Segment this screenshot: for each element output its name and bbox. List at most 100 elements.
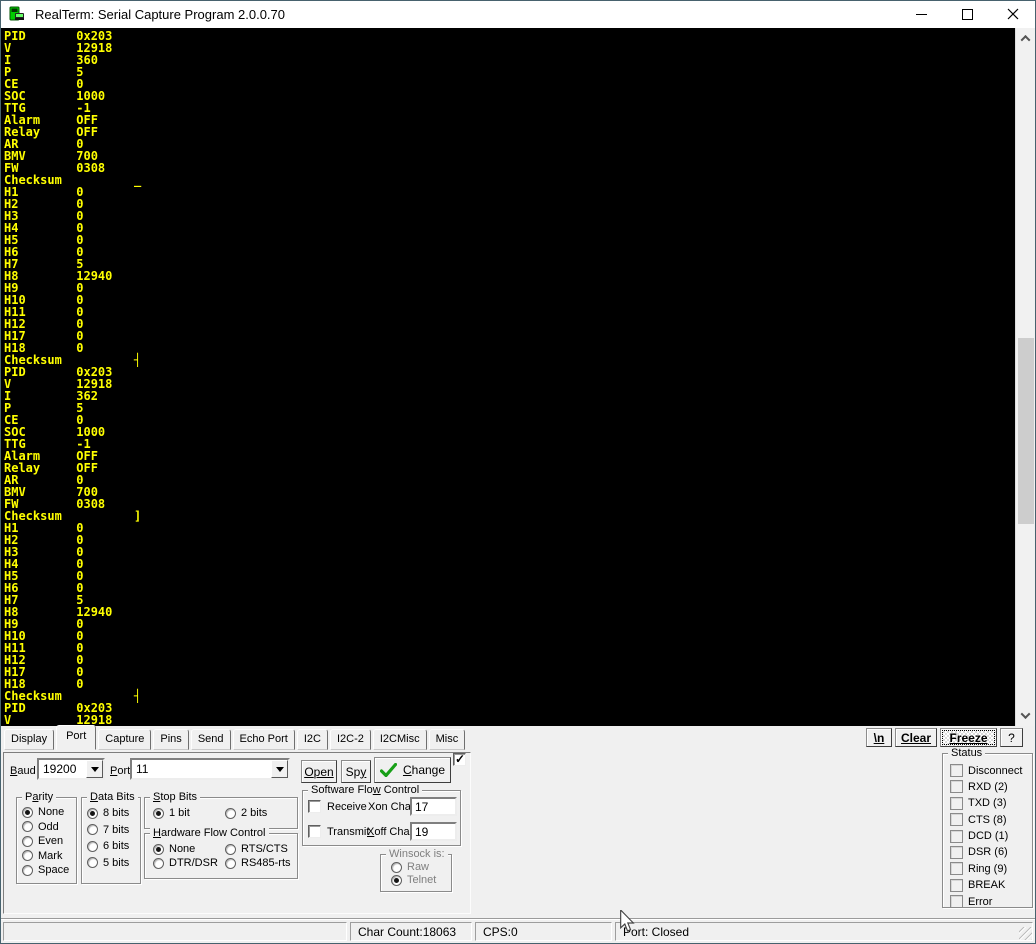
- radio-none-indicator: [22, 806, 33, 818]
- receive-checkbox[interactable]: [308, 800, 321, 813]
- radio-even-label: Even: [38, 835, 64, 847]
- parity-group-title: Parity: [22, 791, 57, 803]
- status-item-break: BREAK: [950, 878, 1032, 892]
- window-titlebar: RealTerm: Serial Capture Program 2.0.0.7…: [0, 0, 1036, 28]
- open-button[interactable]: Open: [301, 760, 337, 783]
- radio-none-label: None: [38, 806, 65, 818]
- status-label-dcd-1: DCD (1): [968, 830, 1009, 843]
- chevron-down-icon: [1020, 709, 1031, 720]
- close-button[interactable]: [990, 0, 1036, 28]
- baud-combobox[interactable]: 19200: [37, 758, 105, 780]
- parity-group: Parity None Odd Even Mark Space: [16, 791, 77, 884]
- terminal-app-icon: [9, 6, 24, 21]
- radio-none-indicator: [153, 843, 164, 855]
- terminal-display[interactable]: PID 0x203 V 12918 I 360 P 5 CE 0 SOC 100…: [1, 28, 1035, 726]
- radio-5-bits-indicator: [87, 857, 98, 868]
- tab-echo-port[interactable]: Echo Port: [232, 729, 295, 750]
- radio-telnet-indicator: [391, 874, 402, 886]
- radio-6-bits[interactable]: 6 bits: [87, 840, 140, 852]
- resize-grip[interactable]: [1019, 927, 1032, 940]
- radio-dtr-dsr-indicator: [153, 857, 164, 869]
- led-txd-3: [950, 796, 963, 810]
- stop-bits-group: Stop Bits 1 bit 2 bits: [144, 791, 298, 829]
- spy-button[interactable]: Sp y: [341, 760, 371, 783]
- tab-pins[interactable]: Pins: [153, 729, 189, 750]
- statusbar-section-empty: [3, 922, 347, 941]
- scroll-up-button[interactable]: [1016, 30, 1035, 47]
- led-ring-9: [950, 862, 963, 876]
- port-dropdown-button[interactable]: [271, 760, 288, 778]
- tab-i2c-2[interactable]: I2C-2: [329, 729, 371, 750]
- cps-text: CPS:0: [475, 922, 612, 941]
- radio-5-bits[interactable]: 5 bits: [87, 857, 140, 869]
- status-label-disconnect: Disconnect: [968, 764, 1023, 777]
- tab-capture[interactable]: Capture: [98, 729, 152, 750]
- status-item-dsr-6: DSR (6): [950, 845, 1032, 859]
- radio-even[interactable]: Even: [22, 835, 76, 847]
- minimize-button[interactable]: [898, 0, 944, 28]
- baud-value: 19200: [43, 762, 77, 776]
- radio-space[interactable]: Space: [22, 864, 76, 876]
- tab-i2c[interactable]: I2C: [296, 729, 328, 750]
- status-item-ring-9: Ring (9): [950, 862, 1032, 876]
- radio-rs485-rts[interactable]: RS485-rts: [225, 857, 297, 869]
- tab-misc[interactable]: Misc: [428, 729, 466, 750]
- freeze-button[interactable]: Freeze: [940, 728, 997, 747]
- chevron-down-icon: [275, 766, 284, 772]
- port-combobox[interactable]: 11: [130, 758, 290, 780]
- scrollbar-thumb[interactable]: [1018, 338, 1034, 524]
- radio-rs485-rts-indicator: [225, 857, 236, 869]
- tab-port[interactable]: Port: [56, 725, 97, 750]
- tab-send[interactable]: Send: [190, 729, 231, 750]
- port-status-text: Port: Closed: [615, 922, 1033, 941]
- scroll-down-button[interactable]: [1016, 707, 1035, 724]
- xon-char-input[interactable]: [410, 797, 457, 816]
- radio-7-bits[interactable]: 7 bits: [87, 824, 140, 836]
- radio-7-bits-label: 7 bits: [103, 823, 130, 836]
- radio-8-bits[interactable]: 8 bits: [87, 807, 140, 819]
- tab-i2cmisc[interactable]: I2CMisc: [372, 729, 427, 750]
- status-led-list: Disconnect RXD (2) TXD (3) CTS (8) DCD (1) DS…: [943, 754, 1032, 912]
- terminal-scrollbar[interactable]: [1015, 28, 1035, 726]
- change-checkbox[interactable]: [453, 752, 466, 766]
- radio-mark-indicator: [22, 850, 33, 861]
- status-label-error: Error: [968, 895, 993, 908]
- tab-display[interactable]: Display: [4, 729, 55, 750]
- radio-none[interactable]: None: [22, 806, 76, 818]
- radio-rts-cts-label: RTS/CTS: [241, 843, 288, 855]
- radio-1-bit[interactable]: 1 bit: [153, 807, 225, 819]
- maximize-icon: [961, 8, 973, 20]
- maximize-button[interactable]: [944, 0, 990, 28]
- radio-8-bits-label: 8 bits: [103, 807, 130, 819]
- radio-2-bits[interactable]: 2 bits: [225, 807, 297, 819]
- stop-bits-group-title: Stop Bits: [150, 791, 201, 803]
- transmit-checkbox[interactable]: [308, 825, 321, 838]
- radio-raw-label: Raw: [407, 861, 430, 873]
- radio-dtr-dsr-label: DTR/DSR: [169, 857, 218, 869]
- radio-rts-cts[interactable]: RTS/CTS: [225, 843, 297, 855]
- newline-button[interactable]: \n: [866, 728, 892, 747]
- led-error: [950, 895, 963, 909]
- radio-even-indicator: [22, 835, 33, 847]
- radio-odd[interactable]: Odd: [22, 821, 76, 833]
- baud-dropdown-button[interactable]: [86, 760, 103, 778]
- radio-mark-label: Mark: [38, 849, 63, 862]
- parity-options: None Odd Even Mark Space: [17, 798, 76, 876]
- xoff-char-input[interactable]: [410, 822, 457, 841]
- status-label-txd-3: TXD (3): [968, 797, 1007, 810]
- port-label: Port: [110, 765, 131, 777]
- hardware-flow-group-title: Hardware Flow Control: [150, 827, 269, 839]
- radio-mark[interactable]: Mark: [22, 850, 76, 862]
- help-button[interactable]: ?: [1000, 728, 1023, 747]
- status-bar: Char Count:18063 CPS:0 Port: Closed: [1, 918, 1035, 943]
- led-dcd-1: [950, 829, 963, 843]
- clear-button[interactable]: Clear: [895, 728, 937, 747]
- led-rxd-2: [950, 780, 963, 794]
- status-label-rxd-2: RXD (2): [968, 780, 1008, 793]
- software-flow-group: Software Flow Control Receive Xon Char: …: [302, 784, 461, 846]
- radio-none[interactable]: None: [153, 843, 225, 855]
- radio-dtr-dsr[interactable]: DTR/DSR: [153, 857, 225, 869]
- baud-label: Baud: [10, 765, 36, 777]
- radio-telnet: Telnet: [391, 874, 451, 886]
- change-button[interactable]: Change: [374, 757, 451, 783]
